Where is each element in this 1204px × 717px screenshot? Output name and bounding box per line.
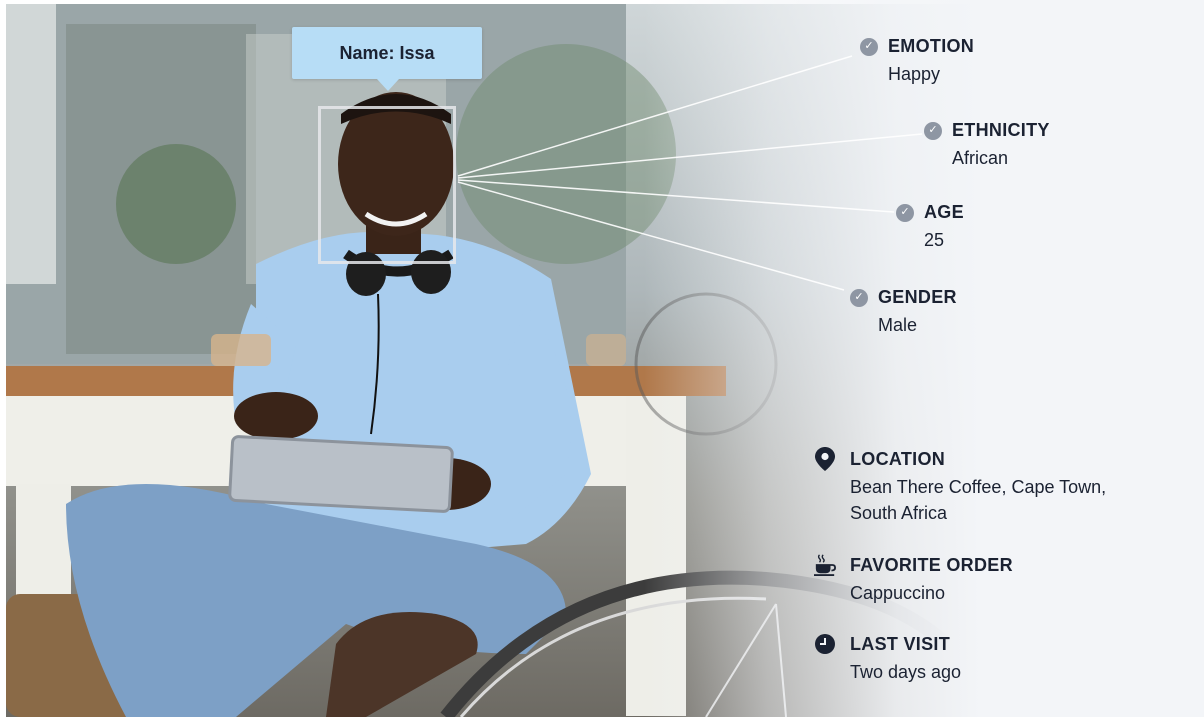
- attribute-value: Male: [878, 315, 918, 335]
- attribute-label: AGE: [924, 202, 964, 222]
- name-tag: Name: Issa: [292, 27, 482, 91]
- info-favorite-order: FAVORITE ORDER Cappuccino: [814, 554, 1154, 606]
- connector-line-ethnicity: [457, 133, 923, 179]
- info-value: Two days ago: [850, 662, 962, 682]
- attribute-value: African: [952, 148, 1009, 168]
- check-icon: ✓: [896, 203, 914, 222]
- coffee-cup-icon: [814, 554, 836, 576]
- attribute-emotion: ✓ EMOTION Happy: [860, 36, 974, 85]
- facial-recognition-graphic: Name: Issa ✓ EMOTION Happy ✓ ETHNICITY A…: [0, 0, 1204, 717]
- attribute-age: ✓ AGE 25: [896, 202, 964, 251]
- connector-line-emotion: [457, 55, 853, 177]
- info-location: LOCATION Bean There Coffee, Cape Town, S…: [814, 447, 1154, 526]
- connector-lines: [457, 55, 923, 291]
- info-label: LOCATION: [850, 448, 946, 469]
- info-label: LAST VISIT: [850, 633, 951, 654]
- info-label: FAVORITE ORDER: [850, 554, 1013, 575]
- attribute-value: Happy: [888, 64, 941, 84]
- attribute-label: ETHNICITY: [952, 120, 1050, 140]
- check-icon: ✓: [850, 288, 868, 307]
- face-detection-box: [318, 106, 456, 264]
- info-value: Cappuccino: [850, 583, 946, 603]
- connector-line-gender: [457, 181, 845, 291]
- info-last-visit: LAST VISIT Two days ago: [814, 633, 1154, 685]
- attribute-label: GENDER: [878, 287, 957, 307]
- attribute-label: EMOTION: [888, 36, 975, 56]
- check-icon: ✓: [860, 37, 878, 56]
- name-tag-text: Name: Issa: [339, 42, 435, 63]
- check-icon: ✓: [924, 121, 942, 140]
- attribute-value: 25: [924, 230, 945, 250]
- clock-icon: [814, 633, 836, 655]
- location-pin-icon: [814, 447, 836, 471]
- attribute-gender: ✓ GENDER Male: [850, 287, 957, 336]
- connector-line-age: [457, 179, 895, 213]
- attribute-ethnicity: ✓ ETHNICITY African: [924, 120, 1050, 169]
- info-value: Bean There Coffee, Cape Town, South Afri…: [850, 477, 1107, 523]
